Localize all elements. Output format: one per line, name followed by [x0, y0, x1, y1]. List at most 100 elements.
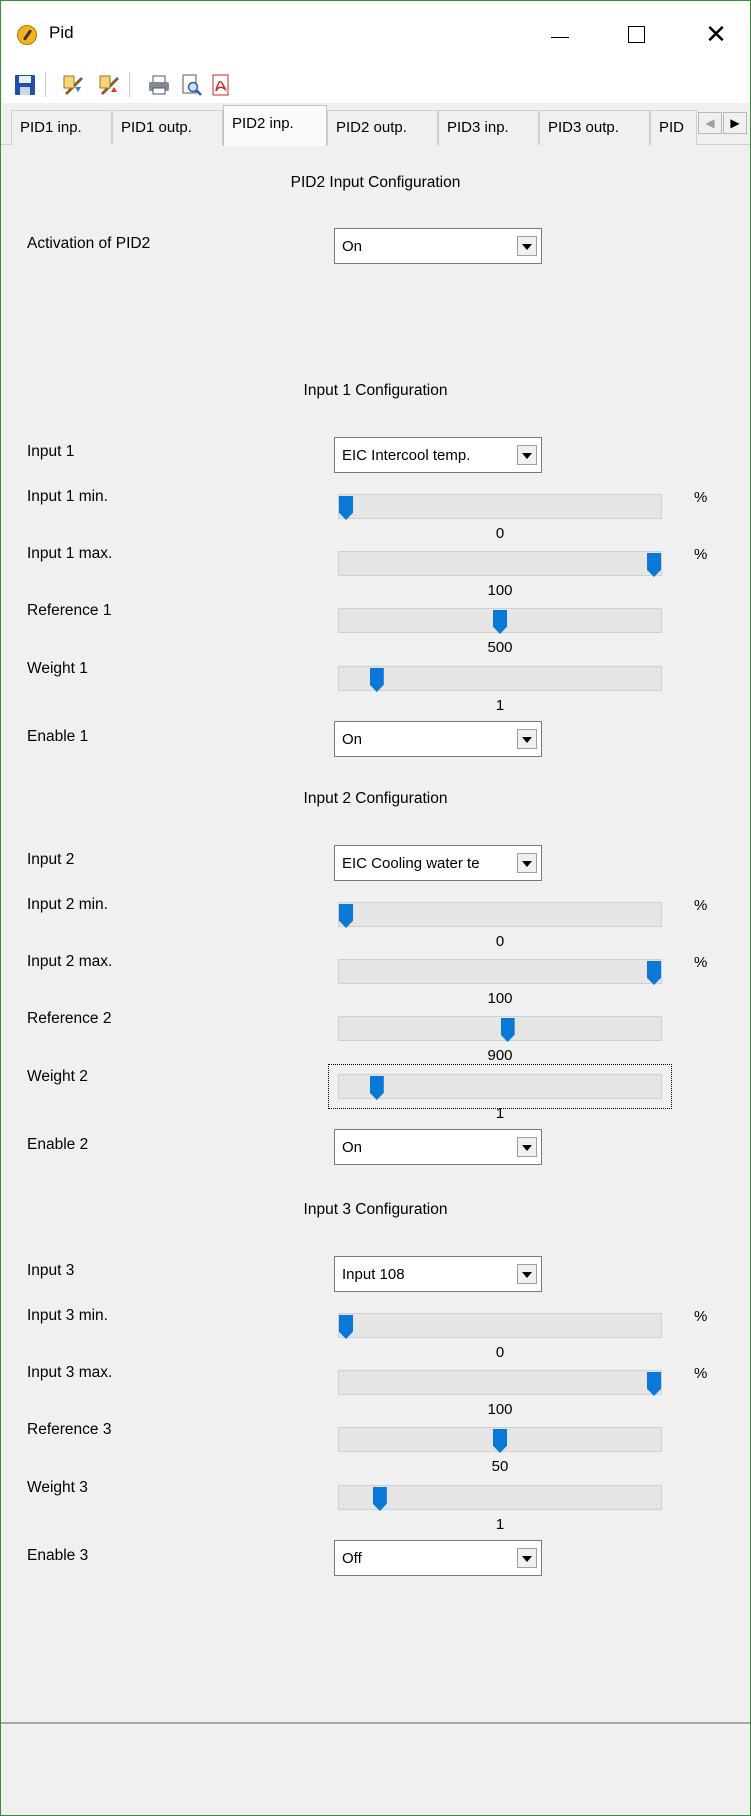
input-1-max-slider[interactable]	[338, 551, 662, 577]
pdf-button[interactable]	[209, 73, 233, 97]
slider-thumb[interactable]	[493, 610, 507, 634]
slider-thumb[interactable]	[372, 1487, 387, 1511]
input-2-max-label: Input 2 max.	[27, 953, 113, 970]
slider-thumb[interactable]	[339, 496, 353, 520]
arrow-left-icon: ◀	[705, 116, 715, 130]
maximize-button[interactable]	[613, 15, 659, 53]
input-1-ref-slider[interactable]	[338, 608, 662, 634]
input-2-weight-value: 1	[495, 1105, 505, 1122]
dropdown-arrow-icon[interactable]	[517, 236, 537, 256]
tab-scroll-left-button[interactable]: ◀	[698, 112, 722, 134]
input-1-weight-value: 1	[495, 697, 505, 714]
slider-thumb[interactable]	[369, 1076, 384, 1100]
tab-pid1-outp[interactable]: PID1 outp.	[112, 110, 223, 145]
dropdown-arrow-icon[interactable]	[517, 1548, 537, 1568]
tab-scroll-right-button[interactable]: ▶	[723, 112, 747, 134]
toolbar-separator	[129, 73, 130, 97]
slider-thumb[interactable]	[647, 961, 661, 985]
input-2-enable-label: Enable 2	[27, 1136, 89, 1153]
toolbar	[1, 67, 750, 103]
input-3-enable-select[interactable]: Off	[334, 1540, 542, 1576]
export-icon	[99, 75, 119, 95]
input-2-enable-select[interactable]: On	[334, 1129, 542, 1165]
input-1-min-label: Input 1 min.	[27, 488, 108, 505]
print-icon	[149, 75, 169, 95]
input-1-enable-select[interactable]: On	[334, 721, 542, 757]
input-3-weight-value: 1	[495, 1516, 505, 1533]
window-title: Pid	[49, 23, 74, 42]
save-button[interactable]	[13, 73, 37, 97]
input-1-heading: Input 1 Configuration	[303, 382, 448, 399]
import-icon	[63, 75, 83, 95]
input-1-max-label: Input 1 max.	[27, 545, 113, 562]
input-3-max-unit: %	[694, 1365, 708, 1382]
tab-pid2-inp[interactable]: PID2 inp.	[223, 105, 327, 146]
config-panel: PID2 Input Configuration Activation of P…	[1, 145, 750, 1722]
input-3-min-slider[interactable]	[338, 1313, 662, 1339]
input-1-weight-label: Weight 1	[27, 660, 88, 677]
tab-pid3-outp[interactable]: PID3 outp.	[539, 110, 650, 145]
input-2-ref-slider[interactable]	[338, 1016, 662, 1042]
input-2-weight-label: Weight 2	[27, 1068, 88, 1085]
input-3-max-slider[interactable]	[338, 1370, 662, 1396]
slider-thumb[interactable]	[493, 1429, 507, 1453]
input-1-enable-value: On	[342, 731, 363, 748]
tab-pid1-inp[interactable]: PID1 inp.	[11, 110, 112, 145]
dropdown-arrow-icon[interactable]	[517, 1264, 537, 1284]
input-3-min-value: 0	[495, 1344, 505, 1361]
activation-select[interactable]: On	[334, 228, 542, 264]
input-1-min-slider[interactable]	[338, 494, 662, 520]
status-bar	[1, 1722, 750, 1815]
dropdown-arrow-icon[interactable]	[517, 1137, 537, 1157]
dropdown-arrow-icon[interactable]	[517, 853, 537, 873]
input-3-weight-slider[interactable]	[338, 1485, 662, 1511]
print-button[interactable]	[147, 73, 171, 97]
print-preview-icon	[182, 74, 202, 96]
tab-bar: PID1 inp. PID1 outp. PID2 inp. PID2 outp…	[1, 103, 750, 146]
slider-thumb[interactable]	[647, 1372, 661, 1396]
input-2-enable-value: On	[342, 1139, 363, 1156]
input-3-ref-slider[interactable]	[338, 1427, 662, 1453]
input-2-min-slider[interactable]	[338, 902, 662, 928]
close-button[interactable]: ✕	[693, 15, 739, 53]
dropdown-arrow-icon[interactable]	[517, 445, 537, 465]
tab-pid3-inp[interactable]: PID3 inp.	[438, 110, 539, 145]
tab-pid2-outp[interactable]: PID2 outp.	[327, 110, 438, 145]
input-3-max-label: Input 3 max.	[27, 1364, 113, 1381]
import-button[interactable]	[61, 73, 85, 97]
input-3-value: Input 108	[342, 1266, 405, 1283]
input-3-select[interactable]: Input 108	[334, 1256, 542, 1292]
input-3-min-unit: %	[694, 1308, 708, 1325]
slider-thumb[interactable]	[647, 553, 661, 577]
input-2-select[interactable]: EIC Cooling water te	[334, 845, 542, 881]
pdf-icon	[212, 74, 229, 96]
input-1-enable-label: Enable 1	[27, 728, 89, 745]
slider-thumb[interactable]	[369, 668, 384, 692]
input-2-min-label: Input 2 min.	[27, 896, 108, 913]
tab-pid-overflow[interactable]: PID	[650, 110, 697, 145]
input-2-max-slider[interactable]	[338, 959, 662, 985]
input-2-min-unit: %	[694, 897, 708, 914]
input-2-value: EIC Cooling water te	[342, 855, 480, 872]
slider-thumb[interactable]	[500, 1018, 515, 1042]
input-2-label: Input 2	[27, 851, 75, 868]
minimize-button[interactable]	[537, 15, 583, 53]
input-3-heading: Input 3 Configuration	[303, 1201, 448, 1218]
dropdown-arrow-icon[interactable]	[517, 729, 537, 749]
input-3-ref-label: Reference 3	[27, 1421, 112, 1438]
print-preview-button[interactable]	[179, 73, 203, 97]
minimize-icon	[551, 36, 569, 38]
export-button[interactable]	[97, 73, 121, 97]
input-2-min-value: 0	[495, 933, 505, 950]
input-1-select[interactable]: EIC Intercool temp.	[334, 437, 542, 473]
input-3-max-value: 100	[487, 1401, 513, 1418]
input-3-ref-value: 50	[491, 1458, 509, 1475]
input-3-min-label: Input 3 min.	[27, 1307, 108, 1324]
activation-label: Activation of PID2	[27, 235, 151, 252]
toolbar-separator	[45, 73, 46, 97]
input-2-weight-slider[interactable]	[328, 1064, 672, 1109]
input-3-enable-label: Enable 3	[27, 1547, 89, 1564]
slider-thumb[interactable]	[339, 904, 353, 928]
input-1-weight-slider[interactable]	[338, 666, 662, 692]
slider-thumb[interactable]	[339, 1315, 353, 1339]
